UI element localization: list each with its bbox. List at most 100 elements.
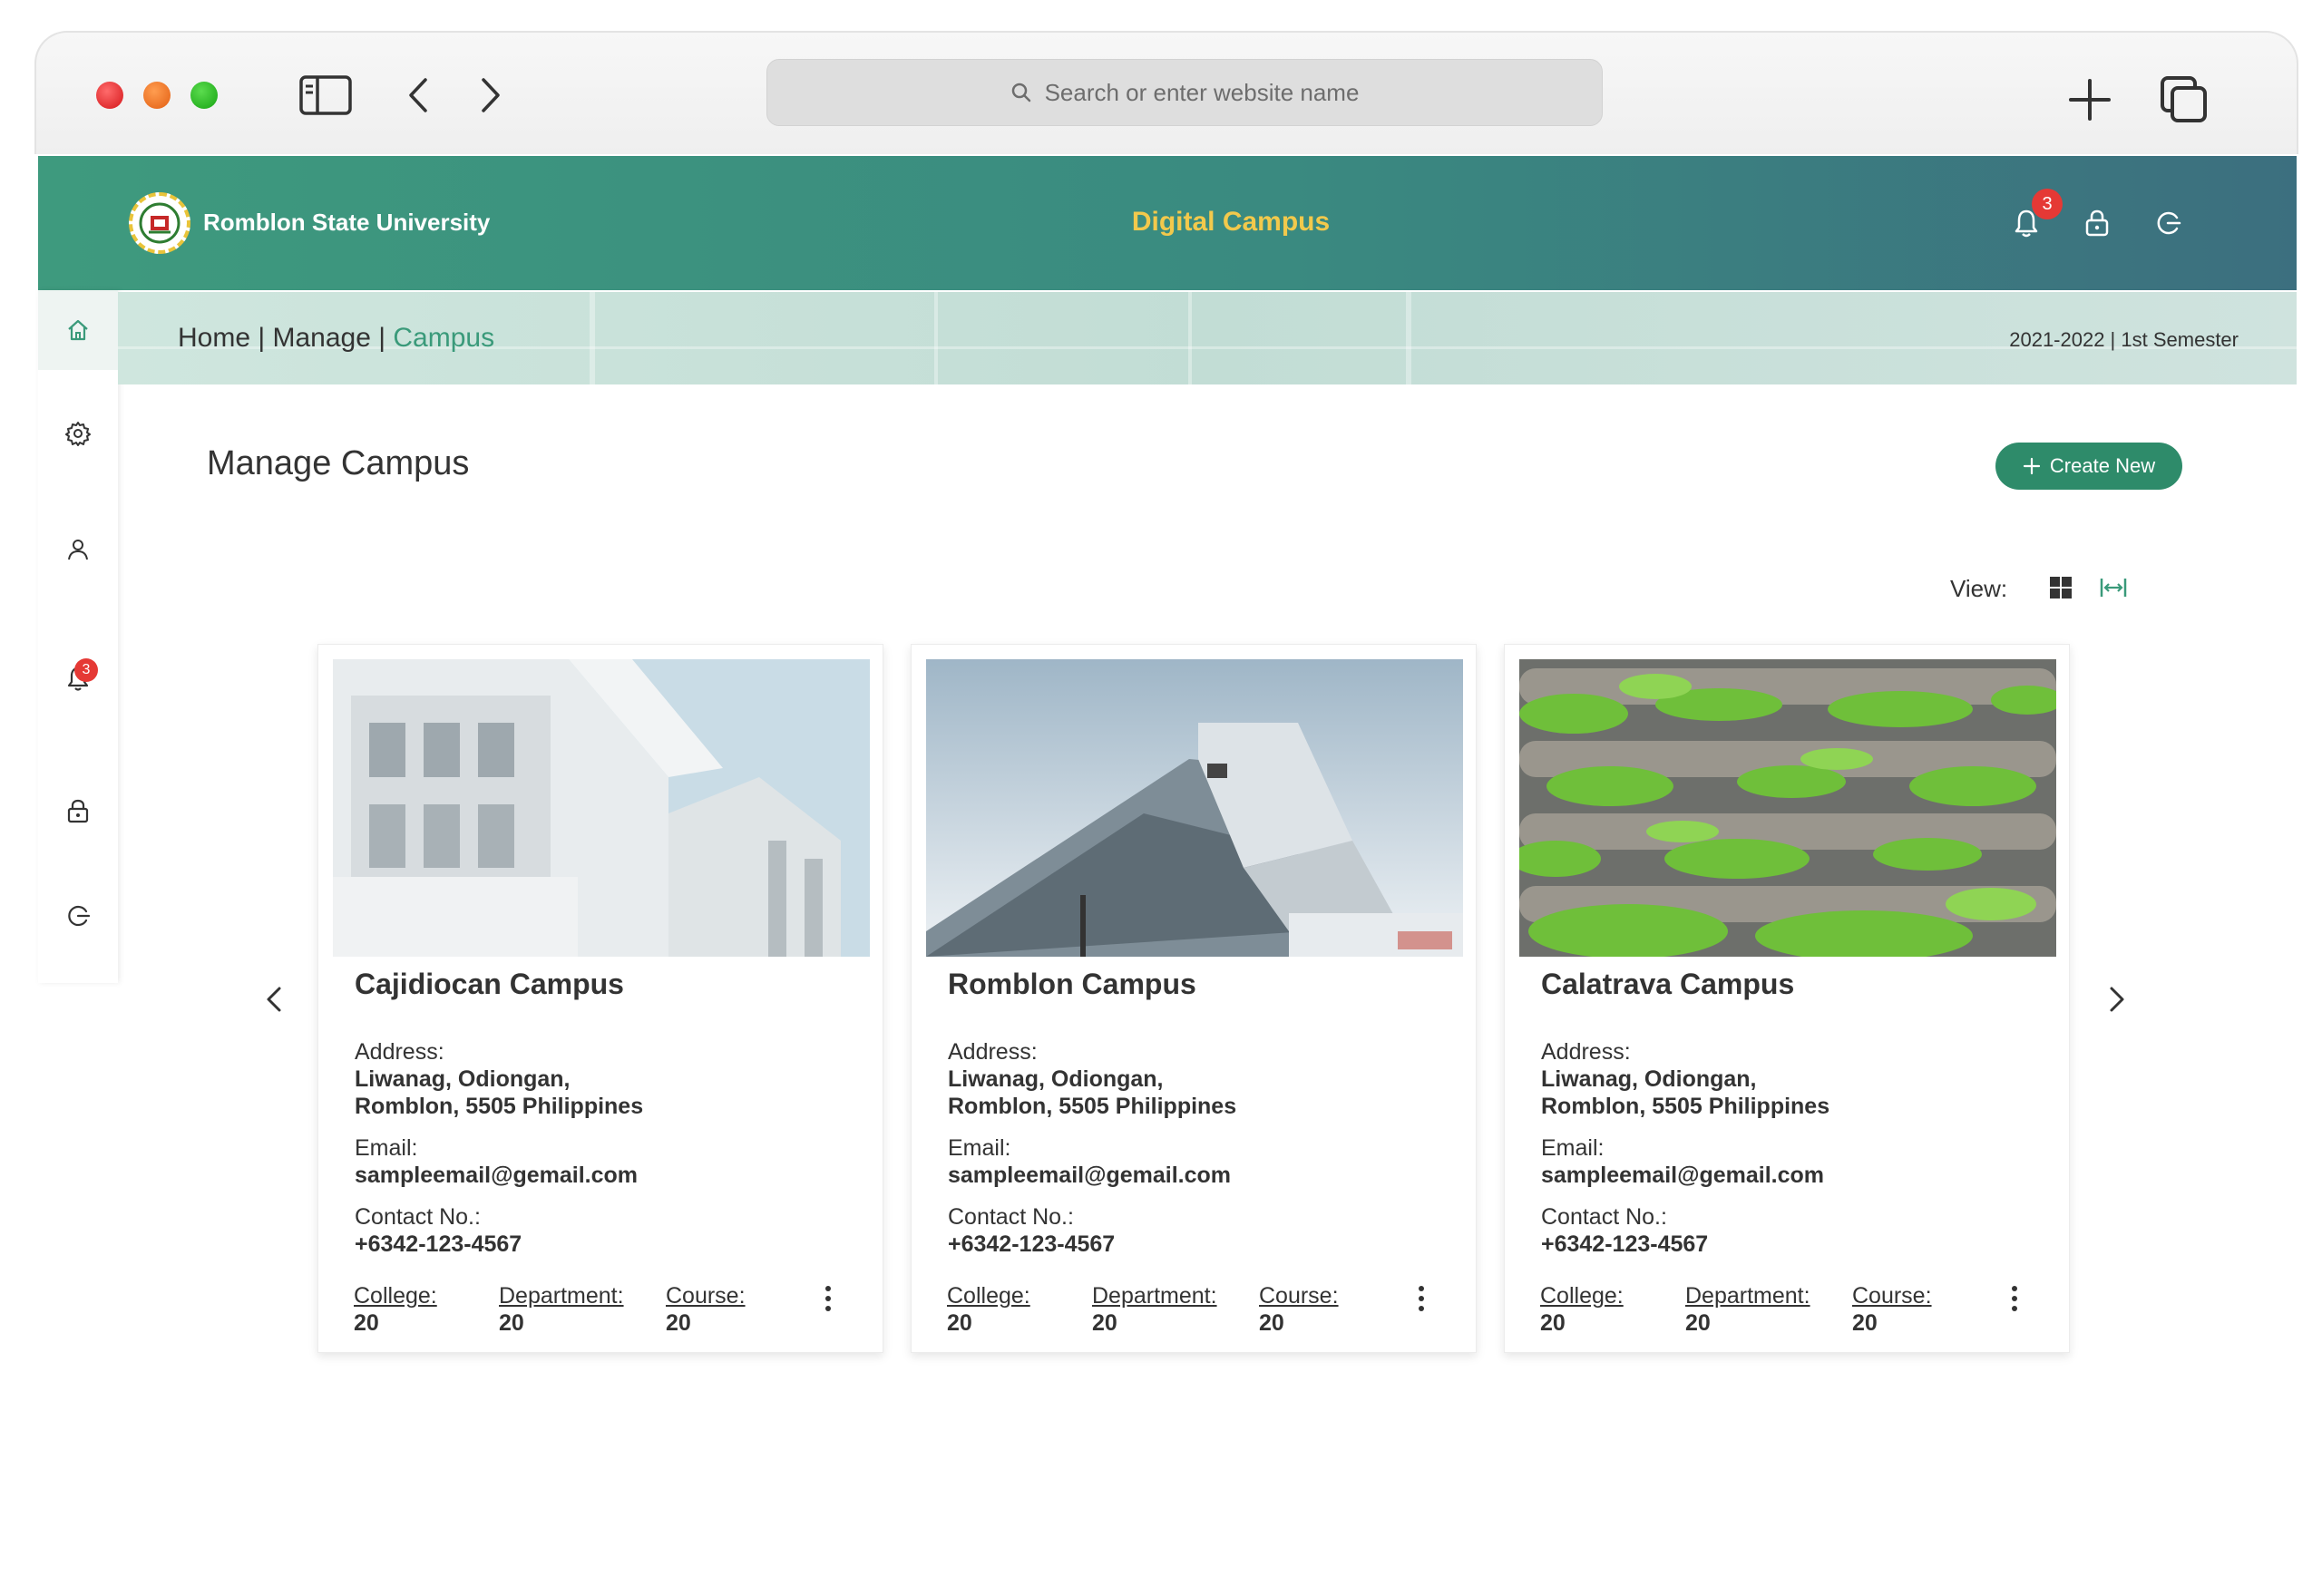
chevron-right-icon <box>2110 987 2124 1012</box>
view-label: View: <box>1950 575 2008 602</box>
create-new-button[interactable]: Create New <box>1995 443 2182 490</box>
carousel-view-button[interactable] <box>2097 571 2130 604</box>
breadcrumb-bar: Home | Manage | Campus 2021-2022 | 1st S… <box>118 292 2297 384</box>
email-label: Email: <box>355 1135 418 1161</box>
semester-label: 2021-2022 | 1st Semester <box>2009 328 2239 351</box>
college-stat[interactable]: College: 20 <box>354 1282 437 1337</box>
address-label: Address: <box>948 1039 1038 1065</box>
home-icon <box>68 319 88 341</box>
campus-card[interactable]: Calatrava Campus Address: Liwanag, Odion… <box>1504 644 2070 1353</box>
window-close-button[interactable] <box>96 82 123 109</box>
email-value: sampleemail@gemail.com <box>355 1163 639 1188</box>
course-label: Course: <box>666 1283 746 1309</box>
college-count: 20 <box>354 1310 379 1336</box>
sidebar-item-home[interactable] <box>38 290 118 370</box>
department-stat[interactable]: Department: 20 <box>1685 1282 1810 1337</box>
campus-card[interactable]: Romblon Campus Address: Liwanag, Odionga… <box>911 644 1477 1353</box>
department-label: Department: <box>1092 1283 1217 1309</box>
course-count: 20 <box>666 1310 691 1336</box>
search-icon <box>1011 83 1030 102</box>
horizontal-expand-icon <box>2100 579 2127 597</box>
address-label: Address: <box>1541 1039 1631 1065</box>
contact-label: Contact No.: <box>355 1204 481 1230</box>
campus-card[interactable]: Cajidiocan Campus Address: Liwanag, Odio… <box>317 644 883 1353</box>
contact-value: +6342-123-4567 <box>355 1231 522 1257</box>
breadcrumb-separator: | <box>370 323 394 353</box>
sidebar-notification-badge: 3 <box>74 658 98 682</box>
sidebar-item-security[interactable] <box>38 771 118 851</box>
college-stat[interactable]: College: 20 <box>1540 1282 1624 1337</box>
breadcrumb-home[interactable]: Home <box>178 323 250 353</box>
campus-address: Address: Liwanag, Odiongan, Romblon, 550… <box>1541 1038 1829 1120</box>
app-title: Digital Campus <box>1131 207 1331 237</box>
contact-label: Contact No.: <box>1541 1204 1667 1230</box>
course-stat[interactable]: Course: 20 <box>1259 1282 1339 1337</box>
new-tab-icon[interactable] <box>2066 76 2113 123</box>
window-minimize-button[interactable] <box>143 82 171 109</box>
tabs-overview-icon[interactable] <box>2159 74 2210 125</box>
course-stat[interactable]: Course: 20 <box>1852 1282 1932 1337</box>
user-icon <box>68 540 88 560</box>
address-line1: Liwanag, Odiongan, <box>948 1066 1164 1092</box>
address-line1: Liwanag, Odiongan, <box>355 1066 571 1092</box>
campus-photo <box>926 659 1463 957</box>
breadcrumb: Home | Manage | Campus <box>178 323 494 354</box>
campus-photo <box>1519 659 2056 957</box>
contact-label: Contact No.: <box>948 1204 1074 1230</box>
sidebar-item-logout[interactable] <box>38 876 118 956</box>
window-maximize-button[interactable] <box>190 82 218 109</box>
email-value: sampleemail@gemail.com <box>948 1163 1232 1188</box>
grid-icon <box>2050 577 2072 598</box>
breadcrumb-current: Campus <box>393 323 495 353</box>
department-count: 20 <box>1685 1310 1711 1336</box>
course-count: 20 <box>1259 1310 1284 1336</box>
campus-address: Address: Liwanag, Odiongan, Romblon, 550… <box>355 1038 643 1120</box>
card-menu-button[interactable] <box>2001 1280 2028 1317</box>
more-vertical-icon <box>2012 1286 2017 1311</box>
college-label: College: <box>1540 1283 1624 1309</box>
app-header: Romblon State University Digital Campus … <box>38 156 2297 290</box>
address-line2: Romblon, 5505 Philippines <box>355 1094 644 1119</box>
email-label: Email: <box>1541 1135 1605 1161</box>
logout-icon[interactable] <box>2148 203 2188 243</box>
sidebar-toggle-icon[interactable] <box>299 74 352 116</box>
address-line2: Romblon, 5505 Philippines <box>948 1094 1237 1119</box>
carousel-prev-button[interactable] <box>256 981 292 1017</box>
address-line2: Romblon, 5505 Philippines <box>1541 1094 1830 1119</box>
gear-icon <box>65 422 91 446</box>
breadcrumb-separator: | <box>250 323 273 353</box>
department-label: Department: <box>499 1283 624 1309</box>
plus-icon <box>2023 457 2041 475</box>
back-icon[interactable] <box>405 76 432 114</box>
course-stat[interactable]: Course: 20 <box>666 1282 746 1337</box>
course-label: Course: <box>1852 1283 1932 1309</box>
college-stat[interactable]: College: 20 <box>947 1282 1030 1337</box>
campus-name: Cajidiocan Campus <box>355 968 624 1000</box>
campus-email: Email: sampleemail@gemail.com <box>1541 1134 1824 1189</box>
forward-icon[interactable] <box>477 76 504 114</box>
sidebar: 3 <box>38 290 118 983</box>
address-placeholder: Search or enter website name <box>1044 78 1360 106</box>
breadcrumb-manage[interactable]: Manage <box>273 323 371 353</box>
address-bar[interactable]: Search or enter website name <box>766 59 1603 126</box>
sidebar-item-users[interactable] <box>38 510 118 589</box>
department-stat[interactable]: Department: 20 <box>499 1282 624 1337</box>
college-label: College: <box>947 1283 1030 1309</box>
department-stat[interactable]: Department: 20 <box>1092 1282 1217 1337</box>
card-menu-button[interactable] <box>1408 1280 1435 1317</box>
sidebar-item-settings[interactable] <box>38 394 118 473</box>
card-menu-button[interactable] <box>815 1280 842 1317</box>
chevron-left-icon <box>267 987 281 1012</box>
carousel-next-button[interactable] <box>2099 981 2135 1017</box>
email-label: Email: <box>948 1135 1011 1161</box>
lock-icon[interactable] <box>2077 203 2117 243</box>
email-value: sampleemail@gemail.com <box>1541 1163 1825 1188</box>
more-vertical-icon <box>825 1286 831 1311</box>
college-count: 20 <box>947 1310 972 1336</box>
college-label: College: <box>354 1283 437 1309</box>
more-vertical-icon <box>1419 1286 1424 1311</box>
grid-view-button[interactable] <box>2044 571 2077 604</box>
department-count: 20 <box>499 1310 524 1336</box>
address-label: Address: <box>355 1039 444 1065</box>
contact-value: +6342-123-4567 <box>948 1231 1116 1257</box>
